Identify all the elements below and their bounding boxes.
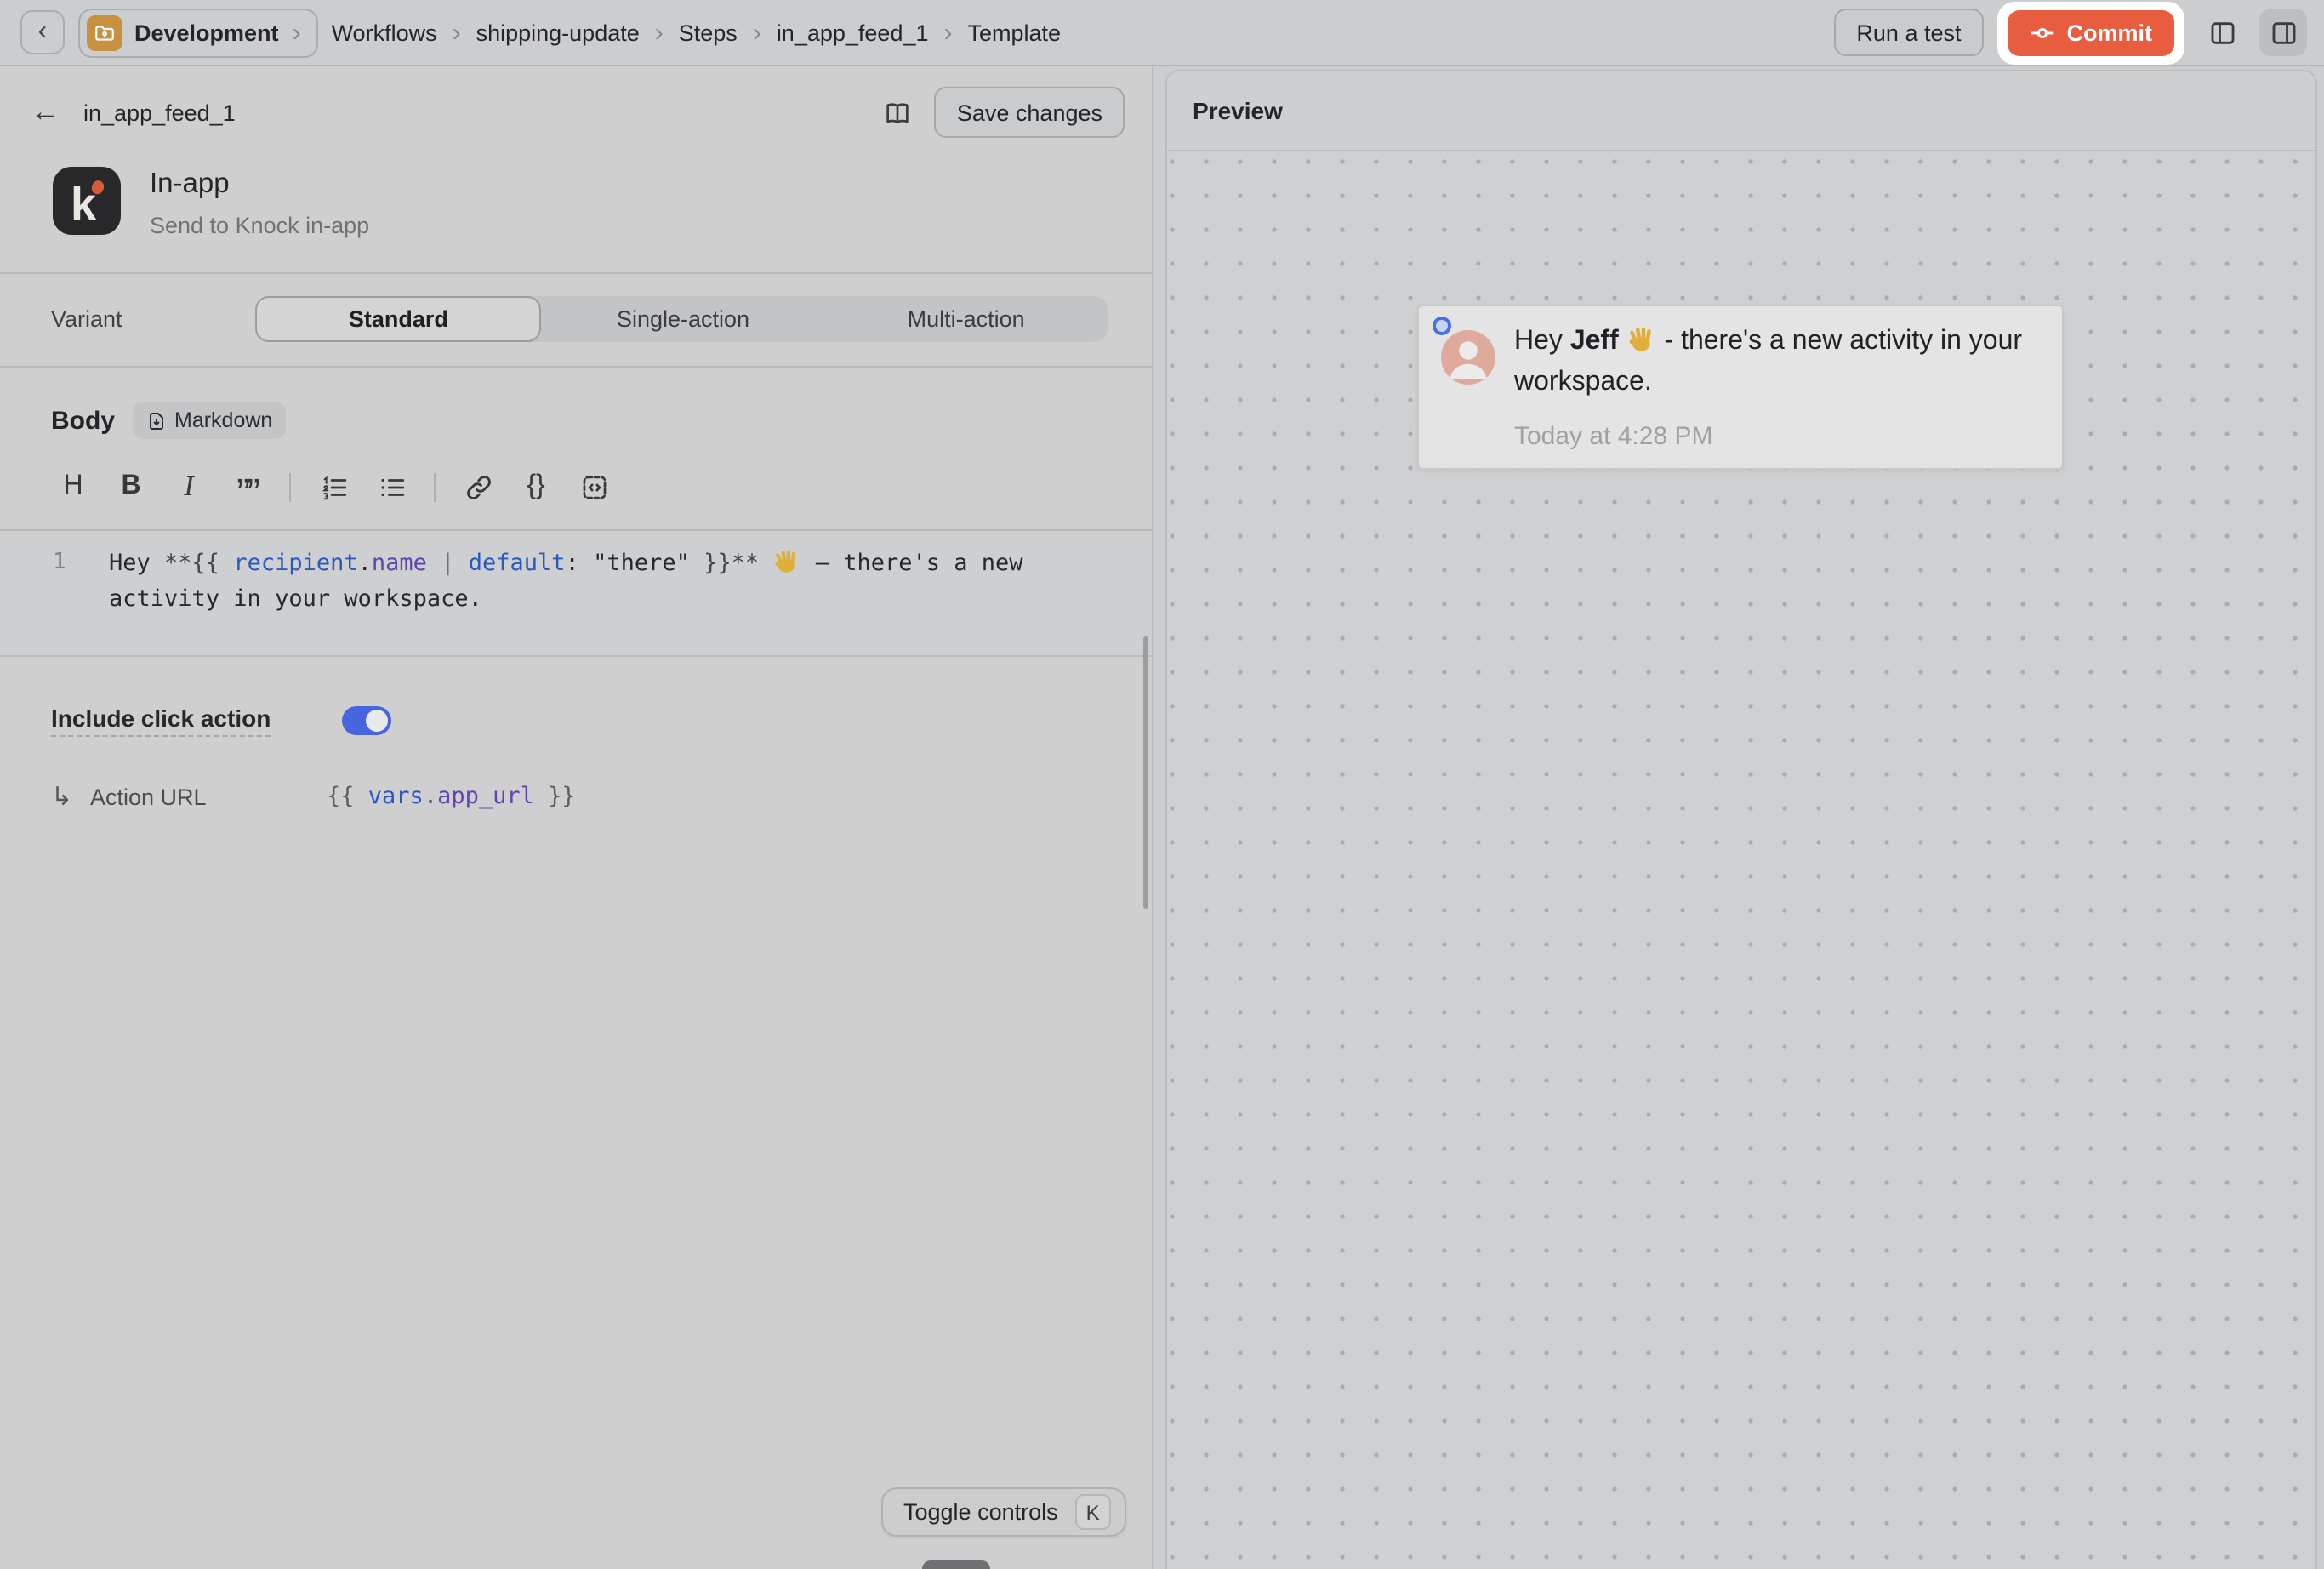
- breadcrumb-separator: ›: [751, 18, 763, 47]
- scrollbar-thumb[interactable]: [1143, 636, 1148, 909]
- commit-highlight: Commit: [1997, 1, 2185, 64]
- markdown-label: Markdown: [174, 408, 272, 432]
- include-click-action-label: Include click action: [51, 705, 271, 737]
- wave-emoji-icon: [1626, 323, 1657, 354]
- docs-book-icon[interactable]: [882, 98, 914, 127]
- code-block-button[interactable]: [572, 468, 616, 505]
- breadcrumb-separator: ›: [653, 18, 665, 47]
- commit-label: Commit: [2067, 20, 2153, 45]
- variant-label: Variant: [51, 306, 255, 332]
- save-changes-button[interactable]: Save changes: [935, 87, 1125, 138]
- channel-title: In-app: [150, 168, 369, 201]
- italic-button[interactable]: I: [167, 468, 211, 505]
- body-code-editor[interactable]: 1 Hey **{{ recipient.name | default: "th…: [0, 529, 1152, 657]
- recipient-name: Jeff: [1570, 327, 1619, 356]
- breadcrumb-workflows[interactable]: Workflows: [332, 20, 437, 45]
- environment-folder-icon: [87, 14, 122, 50]
- breadcrumb-separator: ›: [943, 18, 954, 47]
- bottom-toolbar-peek: [922, 1560, 990, 1569]
- channel-subtitle: Send to Knock in-app: [150, 213, 369, 238]
- knock-logo: k: [53, 167, 121, 235]
- keyboard-shortcut-badge: K: [1075, 1494, 1111, 1530]
- toolbar-divider: [434, 472, 436, 501]
- panel-right-icon: [2269, 18, 2298, 47]
- breadcrumb-steps[interactable]: Steps: [679, 20, 738, 45]
- preview-header: Preview: [1167, 71, 2315, 151]
- breadcrumb-template[interactable]: Template: [968, 20, 1062, 45]
- toggle-right-panel-button[interactable]: [2259, 9, 2307, 56]
- toggle-left-panel-button[interactable]: [2198, 9, 2246, 56]
- link-button[interactable]: [456, 468, 500, 505]
- back-arrow-icon[interactable]: ←: [31, 95, 60, 129]
- blockquote-button[interactable]: ””: [225, 466, 269, 507]
- wave-emoji-icon: [772, 546, 801, 575]
- unread-indicator: [1433, 317, 1451, 335]
- commit-button[interactable]: Commit: [2008, 9, 2175, 55]
- breadcrumb-workflow-name[interactable]: shipping-update: [476, 20, 640, 45]
- breadcrumb-separator: ›: [451, 18, 463, 47]
- line-number: 1: [0, 546, 109, 618]
- step-name: in_app_feed_1: [83, 100, 236, 125]
- body-label: Body: [51, 406, 115, 435]
- preview-canvas: Hey Jeff - there's a new activity in you…: [1167, 153, 2315, 1569]
- top-bar: ‹ Development › Workflows › shipping-upd…: [0, 0, 2324, 66]
- markdown-file-icon: [145, 409, 166, 431]
- chevron-right-icon: ›: [291, 18, 303, 47]
- formatting-toolbar: H B I ””: [0, 439, 1152, 529]
- panel-left-icon: [2207, 18, 2236, 47]
- toolbar-divider: [289, 472, 291, 501]
- include-click-action-toggle[interactable]: [342, 706, 391, 736]
- variant-option-multi-action[interactable]: Multi-action: [824, 296, 1108, 342]
- body-section: Body Markdown H B I ””: [0, 368, 1152, 657]
- toggle-controls-label: Toggle controls: [903, 1499, 1058, 1525]
- run-test-button[interactable]: Run a test: [1834, 9, 1983, 56]
- bullet-list-button[interactable]: [369, 468, 413, 505]
- preview-title: Preview: [1193, 97, 1283, 124]
- template-editor-panel: ← in_app_feed_1 Save changes k In-app Se…: [0, 68, 1153, 1569]
- back-chevron-icon: ‹: [38, 19, 48, 46]
- action-url-value[interactable]: {{ vars.app_url }}: [327, 783, 576, 810]
- avatar: [1441, 330, 1495, 385]
- variable-braces-button[interactable]: {}: [514, 468, 558, 505]
- editor-panel-header: ← in_app_feed_1 Save changes: [0, 68, 1152, 157]
- notification-message: Hey Jeff - there's a new activity in you…: [1514, 322, 2045, 403]
- code-line: Hey **{{ recipient.name | default: "ther…: [109, 546, 1152, 618]
- breadcrumb: ‹ Development › Workflows › shipping-upd…: [20, 8, 1061, 57]
- commit-icon: [2030, 20, 2055, 45]
- bold-button[interactable]: B: [109, 468, 153, 505]
- back-button[interactable]: ‹: [20, 10, 65, 54]
- variant-option-single-action[interactable]: Single-action: [542, 296, 825, 342]
- preview-panel: Preview Hey Jeff - there's a new activit…: [1165, 70, 2317, 1569]
- breadcrumb-step-name[interactable]: in_app_feed_1: [777, 20, 929, 45]
- environment-selector[interactable]: Development ›: [78, 8, 318, 57]
- variant-row: Variant Standard Single-action Multi-act…: [0, 274, 1152, 366]
- notification-preview-card[interactable]: Hey Jeff - there's a new activity in you…: [1417, 305, 2064, 470]
- environment-label: Development: [134, 20, 279, 45]
- click-action-section: Include click action ↳ Action URL {{ var…: [0, 657, 1152, 812]
- action-url-label: Action URL: [90, 784, 255, 809]
- top-bar-actions: Run a test Commit: [1834, 1, 2307, 64]
- knock-template-editor: ‹ Development › Workflows › shipping-upd…: [0, 0, 2324, 1569]
- variant-segmented-control: Standard Single-action Multi-action: [255, 296, 1108, 342]
- ordered-list-button[interactable]: [311, 468, 356, 505]
- notification-timestamp: Today at 4:28 PM: [1514, 422, 1712, 451]
- toggle-controls-button[interactable]: Toggle controls K: [881, 1487, 1126, 1537]
- markdown-format-badge[interactable]: Markdown: [132, 402, 286, 439]
- variant-option-standard[interactable]: Standard: [255, 296, 542, 342]
- nested-arrow-icon: ↳: [51, 781, 90, 812]
- toggle-knob: [365, 710, 388, 733]
- heading-button[interactable]: H: [51, 468, 95, 505]
- channel-info: k In-app Send to Knock in-app: [0, 157, 1152, 272]
